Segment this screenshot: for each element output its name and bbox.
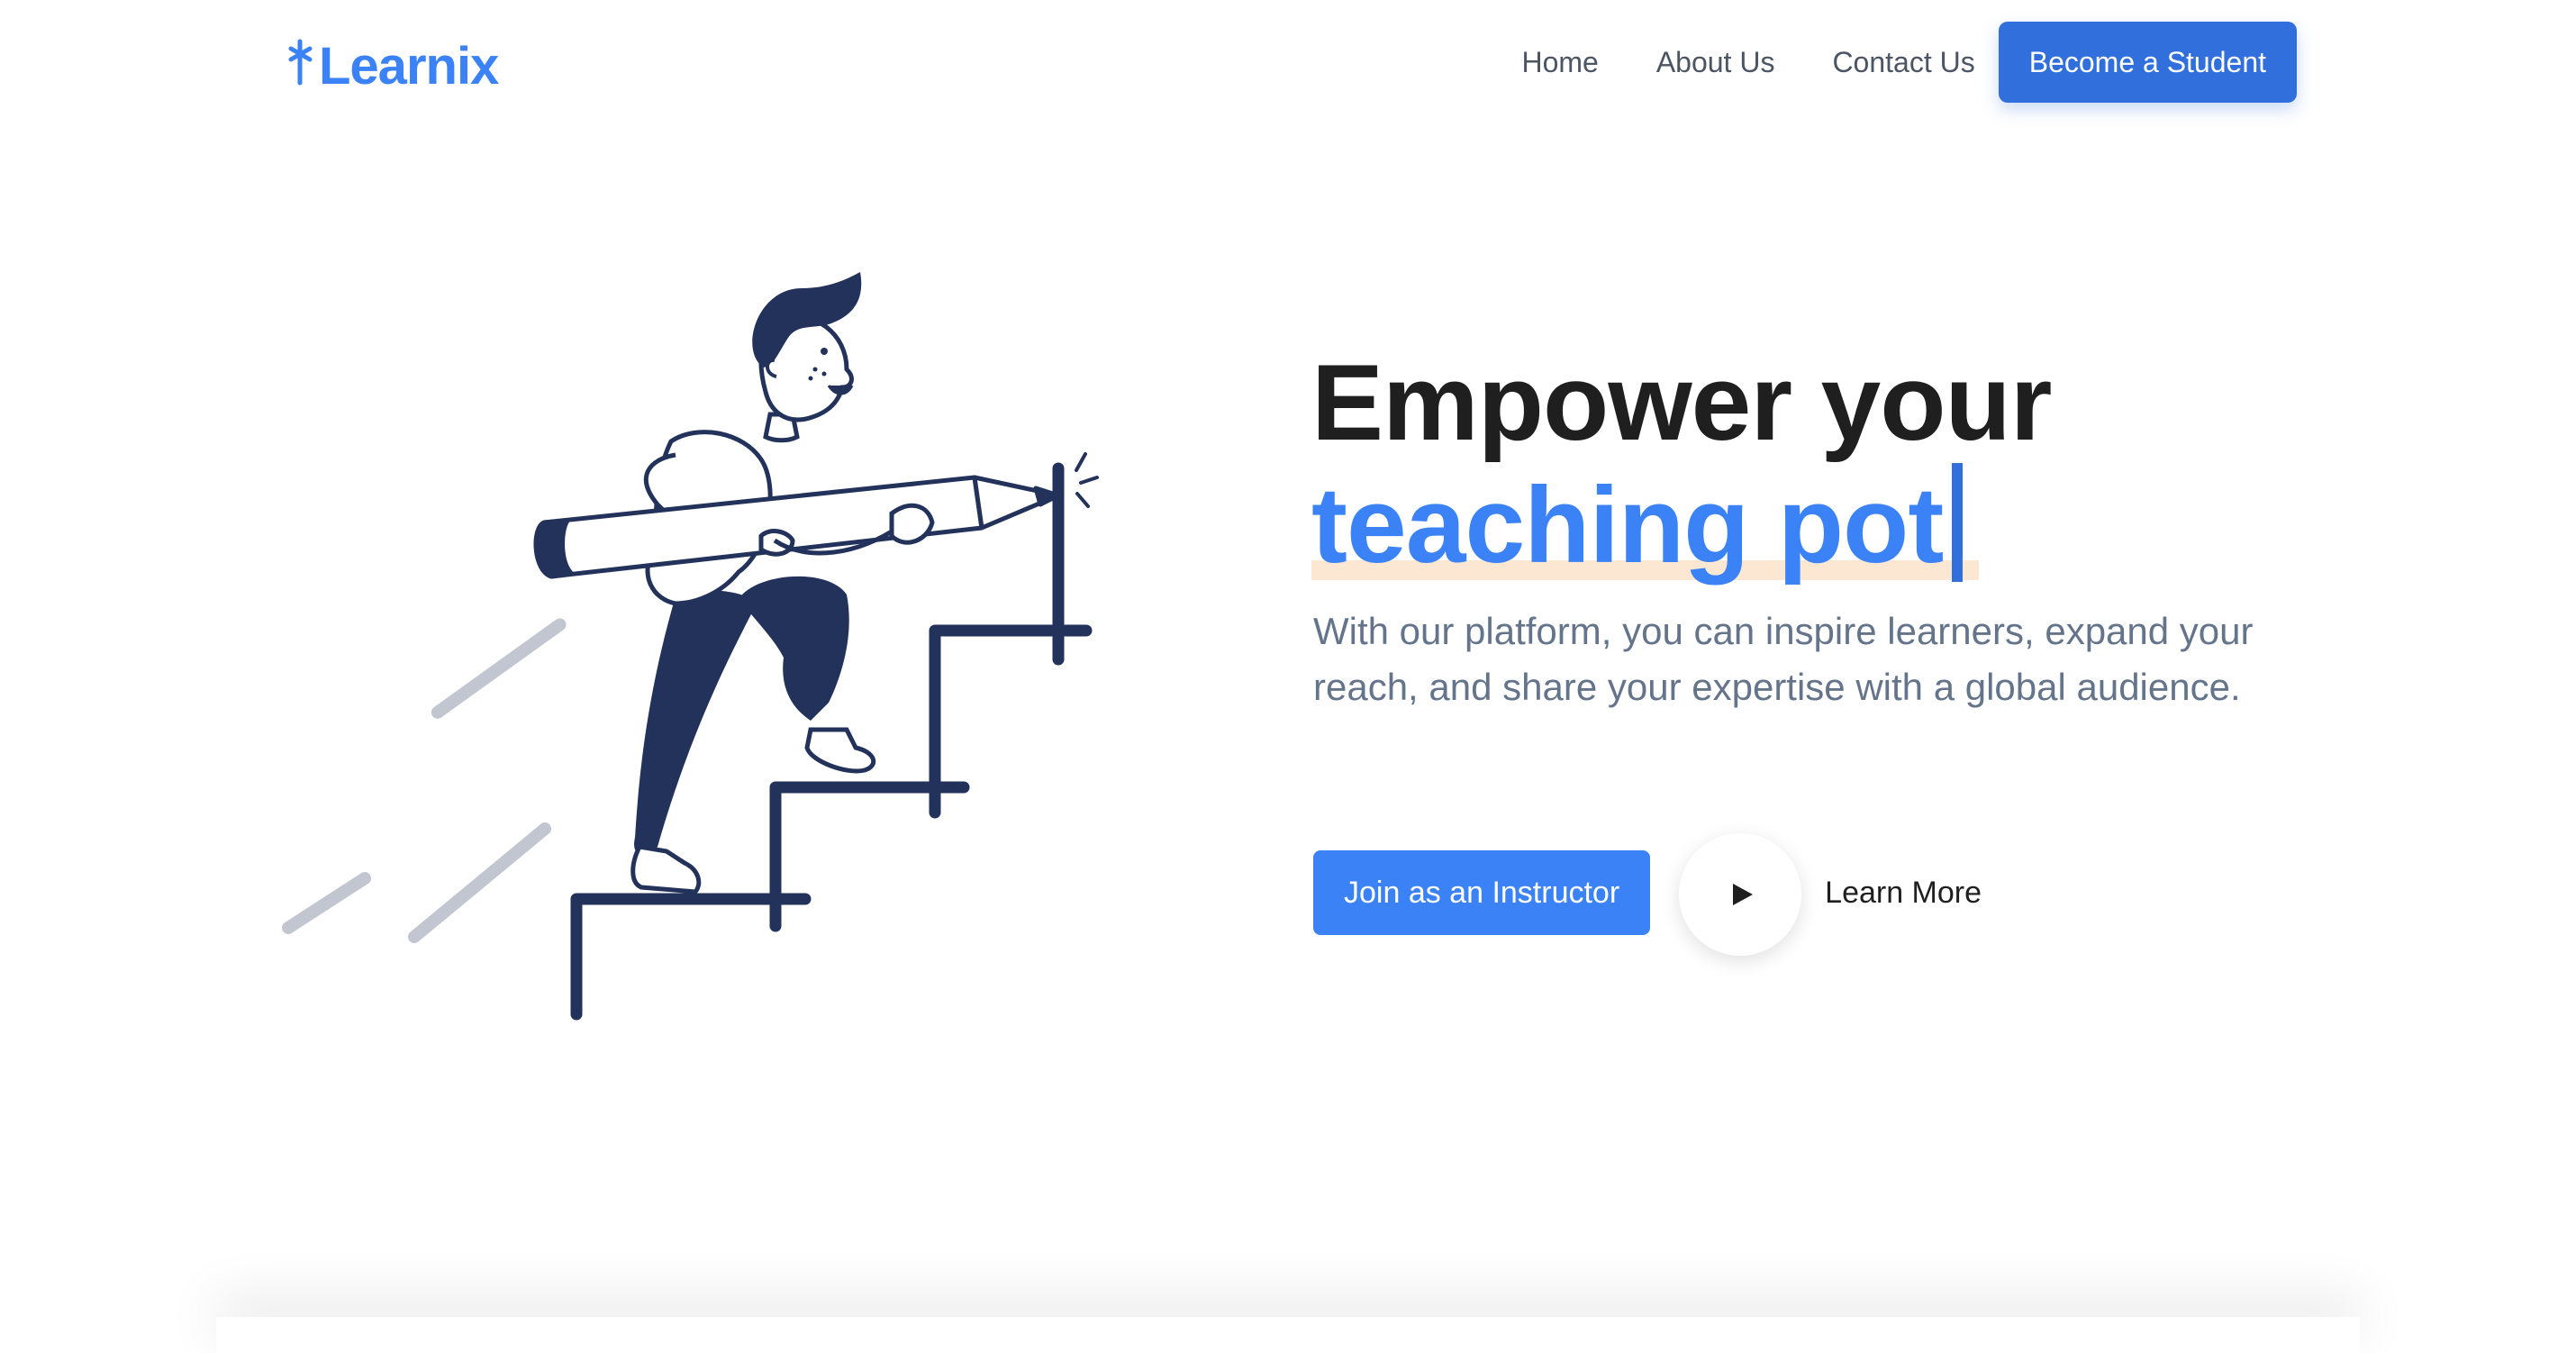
nav-link-about-us[interactable]: About Us <box>1656 46 1775 79</box>
front-leg <box>634 581 757 855</box>
person-climbing-stairs-illustration <box>282 272 1099 1021</box>
hero-cta-row: Join as an Instructor Learn More <box>1313 833 1982 956</box>
hero-description: With our platform, you can inspire learn… <box>1313 610 2254 708</box>
typing-cursor <box>1952 463 1964 582</box>
brand-logo[interactable]: Learnix <box>286 34 499 97</box>
join-instructor-button[interactable]: Join as an Instructor <box>1313 850 1651 935</box>
hero-title: Empower your teaching pot <box>1311 342 2052 586</box>
star-logo-icon <box>288 39 313 86</box>
back-leg <box>739 576 849 721</box>
next-section-edge <box>216 1317 2360 1353</box>
sparkle-icon <box>1075 452 1099 508</box>
main-nav: Home About Us Contact Us Become a Studen… <box>1521 22 2297 103</box>
play-icon <box>1733 884 1754 905</box>
nav-link-home[interactable]: Home <box>1521 46 1598 79</box>
learn-more-link[interactable]: Learn More <box>1825 876 1982 911</box>
brand-logo-text: Learnix <box>319 36 499 95</box>
nav-link-contact-us[interactable]: Contact Us <box>1832 46 1974 79</box>
pencil-icon <box>533 475 1061 579</box>
hero-title-line1: Empower your <box>1311 342 2052 463</box>
speed-lines-icon <box>282 618 567 943</box>
hero-title-line2: teaching pot <box>1311 463 1980 586</box>
hero-title-typed-text: teaching pot <box>1311 465 1944 586</box>
become-student-button[interactable]: Become a Student <box>1998 22 2297 103</box>
play-video-button[interactable] <box>1679 833 1802 956</box>
